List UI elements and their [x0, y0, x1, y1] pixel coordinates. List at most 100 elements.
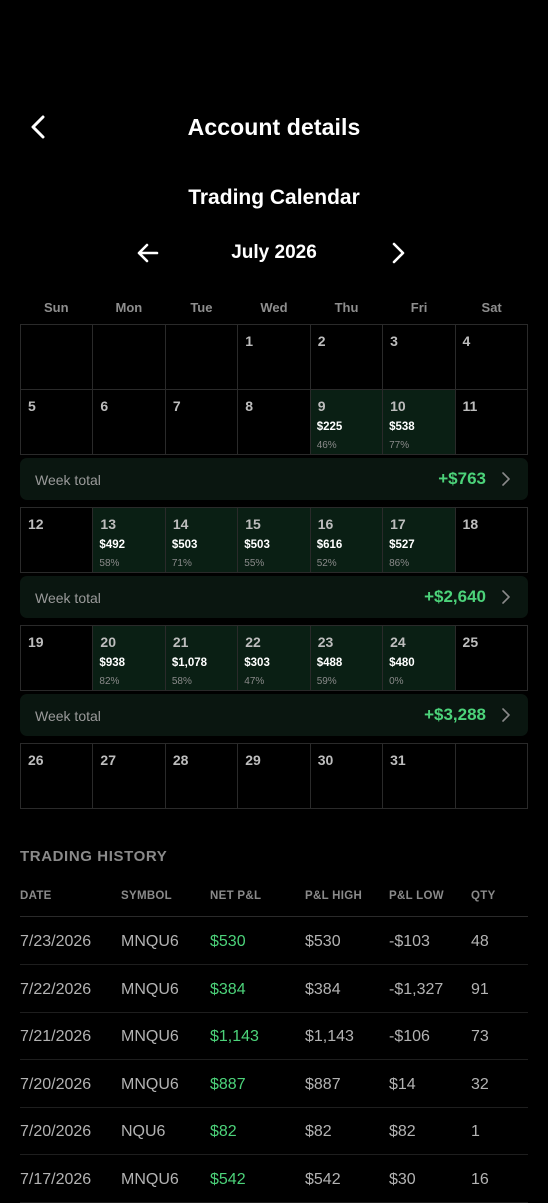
weekday-label: Wed	[260, 300, 288, 315]
next-month-button[interactable]	[381, 236, 415, 270]
week-total-value: +$2,640	[424, 587, 486, 606]
cell-symbol: MNQU6	[121, 1028, 179, 1045]
calendar-day-cell[interactable]: 3	[383, 325, 456, 390]
calendar-day-cell[interactable]: 27	[93, 744, 166, 809]
calendar-day-cell[interactable]: 19	[21, 626, 94, 691]
week-total-label: Week total	[35, 590, 101, 606]
calendar-day-cell[interactable]: 2	[310, 325, 384, 390]
calendar-day-cell[interactable]: 21 $1,078 58%	[165, 626, 239, 691]
calendar-day-cell[interactable]: 29	[238, 744, 311, 809]
chevron-right-icon	[502, 590, 510, 604]
day-win-rate: 55%	[244, 558, 265, 569]
table-row[interactable]: 7/17/2026 MNQU6 $542 $542 $30 16	[20, 1155, 528, 1203]
calendar-day-cell[interactable]: 1	[238, 325, 311, 390]
cell-symbol: MNQU6	[121, 1170, 179, 1188]
calendar-day-cell[interactable]: 26	[21, 744, 94, 809]
calendar-day-cell[interactable]: 5	[21, 390, 94, 455]
day-number: 15	[245, 516, 261, 532]
calendar-title: Trading Calendar	[188, 186, 360, 209]
column-header-date[interactable]: DATE	[20, 890, 52, 902]
calendar-day-cell[interactable]: 31	[383, 744, 456, 809]
calendar-day-cell[interactable]: 6	[93, 390, 166, 455]
calendar-day-cell[interactable]: 20 $938 82%	[93, 626, 166, 691]
calendar-day-cell[interactable]: 25	[455, 626, 528, 691]
day-pnl-amount: $527	[389, 539, 415, 551]
table-row[interactable]: 7/20/2026 NQU6 $82 $82 $82 1	[20, 1107, 528, 1155]
cell-qty: 73	[471, 1028, 489, 1045]
week-total-row[interactable]: Week total +$763	[20, 458, 528, 500]
day-number: 11	[462, 398, 478, 414]
day-number: 31	[390, 752, 406, 768]
day-number: 21	[172, 634, 189, 650]
calendar-day-cell[interactable]: 22 $303 47%	[238, 626, 311, 691]
day-win-rate: 47%	[244, 676, 265, 687]
cell-net-pnl: $530	[210, 933, 246, 950]
week-total-row[interactable]: Week total +$3,288	[20, 694, 528, 736]
calendar-day-cell[interactable]: 10 $538 77%	[383, 390, 456, 455]
table-row[interactable]: 7/21/2026 MNQU6 $1,143 $1,143 -$106 73	[20, 1012, 528, 1060]
calendar-day-cell[interactable]: 15 $503 55%	[238, 508, 311, 573]
calendar-day-cell[interactable]: 14 $503 71%	[165, 508, 239, 573]
day-number: 17	[390, 516, 406, 532]
cell-net-pnl: $1,143	[210, 1028, 259, 1045]
week-total-label: Week total	[35, 708, 101, 724]
day-number: 1	[245, 333, 254, 349]
day-number: 27	[100, 752, 116, 768]
calendar-day-cell[interactable]: 16 $616 52%	[310, 508, 384, 573]
day-win-rate: 86%	[389, 558, 410, 569]
day-pnl-amount: $303	[244, 657, 270, 669]
calendar-day-cell[interactable]: 30	[310, 744, 384, 809]
calendar-day-cell[interactable]: 9 $225 46%	[310, 390, 384, 455]
day-number: 3	[390, 333, 398, 349]
cell-pnl-low: $82	[389, 1123, 416, 1140]
history-title: TRADING HISTORY	[20, 848, 168, 865]
day-win-rate: 52%	[316, 558, 337, 569]
day-number: 9	[317, 398, 326, 414]
calendar-day-cell[interactable]: 11	[455, 390, 528, 455]
day-win-rate: 58%	[99, 558, 120, 569]
cell-net-pnl: $542	[210, 1170, 246, 1188]
column-header-pnl-high[interactable]: P&L HIGH	[305, 890, 362, 902]
day-number: 25	[462, 634, 479, 650]
day-number: 22	[245, 634, 261, 650]
calendar-day-cell[interactable]: 24 $480 0%	[383, 626, 456, 691]
column-header-net-pnl[interactable]: NET P&L	[210, 890, 261, 902]
calendar-day-cell[interactable]: 17 $527 86%	[383, 508, 456, 573]
day-number: 23	[317, 634, 334, 650]
day-number: 12	[28, 516, 44, 532]
day-number: 8	[245, 398, 254, 414]
column-header-qty[interactable]: QTY	[471, 890, 496, 902]
column-header-symbol[interactable]: SYMBOL	[121, 890, 172, 902]
weekday-label: Sat	[481, 300, 502, 315]
day-pnl-amount: $492	[99, 539, 126, 551]
calendar-day-cell[interactable]: 13 $492 58%	[93, 508, 166, 573]
weekday-label: Thu	[334, 300, 359, 315]
calendar-day-cell[interactable]: 7	[165, 390, 239, 455]
calendar-empty-cell	[455, 744, 528, 809]
week-total-row[interactable]: Week total +$2,640	[20, 576, 528, 618]
cell-pnl-high: $384	[305, 980, 341, 998]
calendar-day-cell[interactable]: 23 $488 59%	[310, 626, 384, 691]
table-row[interactable]: 7/22/2026 MNQU6 $384 $384 -$1,327 91	[20, 965, 528, 1013]
calendar-day-cell[interactable]: 12	[21, 508, 94, 573]
day-win-rate: 82%	[99, 676, 120, 687]
calendar-day-cell[interactable]: 28	[165, 744, 239, 809]
day-number: 24	[390, 634, 406, 650]
week-total-value: +$3,288	[424, 705, 486, 724]
cell-net-pnl: $887	[210, 1075, 246, 1093]
calendar-day-cell[interactable]: 8	[238, 390, 311, 455]
cell-pnl-low: -$106	[389, 1028, 430, 1045]
table-row[interactable]: 7/23/2026 MNQU6 $530 $530 -$103 48	[20, 917, 528, 965]
cell-symbol: MNQU6	[121, 980, 179, 998]
column-header-pnl-low[interactable]: P&L LOW	[389, 890, 444, 902]
day-win-rate: 46%	[316, 440, 337, 451]
table-row[interactable]: 7/20/2026 MNQU6 $887 $887 $14 32	[20, 1060, 528, 1108]
calendar-week-row: 5 6 7 8 9 $225 46% 10 $538 77% 11	[20, 389, 528, 455]
day-win-rate: 71%	[171, 558, 192, 569]
weekday-header: Sun Mon Tue Wed Thu Fri Sat	[20, 300, 528, 315]
calendar-day-cell[interactable]: 4	[455, 325, 528, 390]
calendar-week-row: 26 27 28 29 30 31	[20, 743, 528, 809]
day-number: 7	[172, 398, 181, 414]
calendar-day-cell[interactable]: 18	[455, 508, 528, 573]
page-title: Account details	[187, 114, 361, 140]
